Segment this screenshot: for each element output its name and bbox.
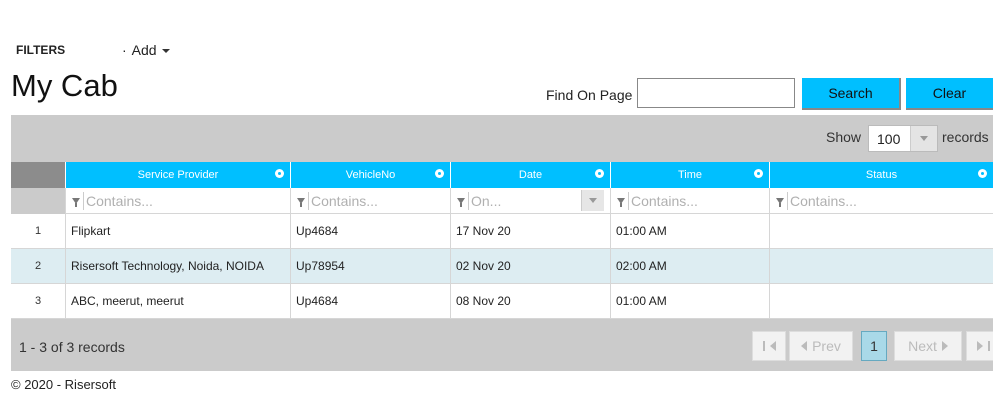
filter-row-corner (11, 188, 65, 214)
page-number-button[interactable]: 1 (861, 331, 887, 361)
last-page-icon (976, 341, 983, 351)
column-header-label: Service Provider (137, 169, 219, 181)
cell-date: 17 Nov 20 (450, 214, 610, 249)
prev-icon (801, 341, 808, 351)
column-header-service-provider[interactable]: Service Provider (65, 162, 290, 188)
cell-status (769, 249, 993, 284)
page-size-select[interactable]: 100 (868, 125, 938, 152)
filter-input-status[interactable] (787, 191, 977, 210)
filter-cell-vehicle-no (290, 188, 450, 214)
cell-date: 08 Nov 20 (450, 284, 610, 319)
column-header-label: Status (865, 169, 898, 181)
gear-icon[interactable] (275, 169, 284, 178)
records-summary: 1 - 3 of 3 records (19, 339, 125, 355)
table-row[interactable]: 3 ABC, meerut, meerut Up4684 08 Nov 20 0… (11, 284, 993, 319)
filters-label: FILTERS (16, 43, 66, 57)
caret-down-icon (161, 49, 170, 53)
next-icon (941, 341, 948, 351)
last-page-button[interactable] (966, 331, 993, 361)
filter-cell-status (769, 188, 993, 214)
records-label: records (942, 129, 989, 145)
next-label: Next (908, 338, 937, 354)
cell-time: 02:00 AM (610, 249, 769, 284)
row-number: 3 (11, 284, 65, 319)
footer-copyright: © 2020 - Risersoft (11, 377, 116, 392)
cell-vehicle-no: Up78954 (290, 249, 450, 284)
page-size-value: 100 (877, 130, 901, 147)
row-number: 2 (11, 249, 65, 284)
column-header-label: Time (677, 169, 703, 181)
column-header-label: Date (518, 169, 543, 181)
chevron-down-icon[interactable] (581, 190, 604, 211)
gear-icon[interactable] (754, 169, 763, 178)
clear-button[interactable]: Clear (906, 78, 993, 110)
page-title: My Cab (11, 68, 118, 103)
filter-cell-service-provider (65, 188, 290, 214)
cell-time: 01:00 AM (610, 284, 769, 319)
gear-icon[interactable] (435, 169, 444, 178)
cell-date: 02 Nov 20 (450, 249, 610, 284)
table-row[interactable]: 1 Flipkart Up4684 17 Nov 20 01:00 AM (11, 214, 993, 249)
add-menu[interactable]: · Add (122, 42, 170, 58)
filter-cell-time (610, 188, 769, 214)
cell-status (769, 214, 993, 249)
filter-icon[interactable] (776, 197, 784, 207)
table-row[interactable]: 2 Risersoft Technology, Noida, NOIDA Up7… (11, 249, 993, 284)
find-on-page-label: Find On Page (546, 87, 633, 103)
filter-input-date[interactable] (468, 191, 565, 210)
header-row: Service Provider VehicleNo Date Time Sta… (11, 162, 993, 188)
column-header-label: VehicleNo (345, 169, 396, 181)
cell-time: 01:00 AM (610, 214, 769, 249)
cell-service-provider: Flipkart (65, 214, 290, 249)
add-bullet: · (122, 42, 127, 58)
add-menu-label: Add (131, 42, 157, 58)
filter-input-time[interactable] (628, 191, 763, 210)
next-page-button[interactable]: Next (894, 331, 962, 361)
row-number-header (11, 162, 65, 188)
search-button[interactable]: Search (802, 78, 901, 110)
prev-page-button[interactable]: Prev (789, 331, 853, 361)
cell-service-provider: Risersoft Technology, Noida, NOIDA (65, 249, 290, 284)
filter-icon[interactable] (617, 197, 625, 207)
filter-icon[interactable] (457, 197, 465, 207)
show-label: Show (826, 129, 862, 145)
first-page-icon (762, 341, 765, 351)
first-page-button[interactable] (752, 331, 786, 361)
gear-icon[interactable] (978, 169, 987, 178)
filter-icon[interactable] (72, 197, 80, 207)
gear-icon[interactable] (595, 169, 604, 178)
filter-cell-date (450, 188, 610, 214)
prev-label: Prev (812, 338, 841, 354)
filter-input-service-provider[interactable] (83, 191, 274, 210)
row-number: 1 (11, 214, 65, 249)
find-on-page-input[interactable] (637, 78, 795, 108)
column-header-status[interactable]: Status (769, 162, 993, 188)
filter-icon[interactable] (297, 197, 305, 207)
column-header-time[interactable]: Time (610, 162, 769, 188)
chevron-down-icon[interactable] (910, 126, 937, 151)
filter-row (11, 188, 993, 214)
cell-service-provider: ABC, meerut, meerut (65, 284, 290, 319)
filter-input-vehicle-no[interactable] (308, 191, 444, 210)
records-grid: Show 100 records Service Provider Vehicl… (11, 115, 993, 371)
cell-vehicle-no: Up4684 (290, 284, 450, 319)
cell-vehicle-no: Up4684 (290, 214, 450, 249)
column-header-date[interactable]: Date (450, 162, 610, 188)
cell-status (769, 284, 993, 319)
column-header-vehicle-no[interactable]: VehicleNo (290, 162, 450, 188)
